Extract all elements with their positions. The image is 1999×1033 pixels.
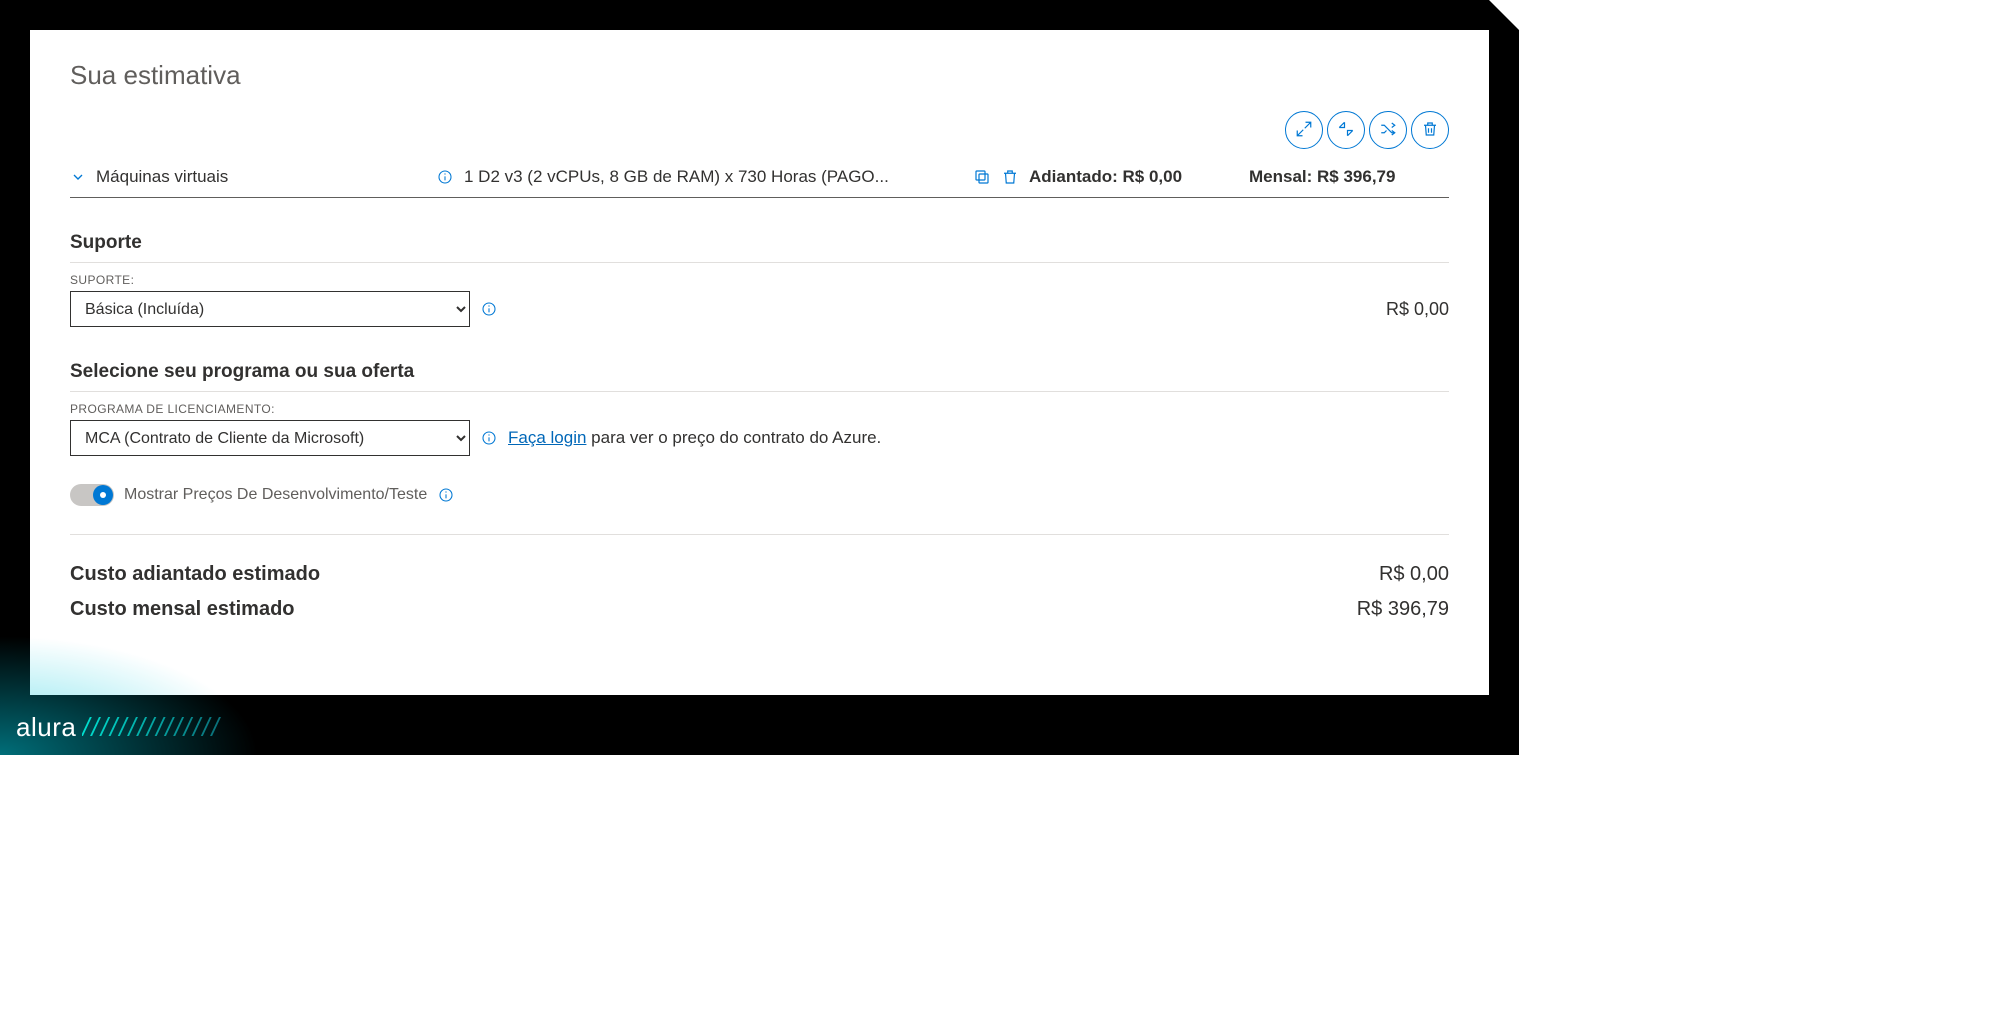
program-select[interactable]: MCA (Contrato de Cliente da Microsoft) (70, 420, 470, 456)
toggle-knob (93, 485, 113, 505)
estimate-panel: Sua estimativa (30, 30, 1489, 695)
shuffle-icon (1379, 120, 1397, 141)
reorder-button[interactable] (1369, 111, 1407, 149)
program-heading: Selecione seu programa ou sua oferta (70, 361, 1449, 392)
collapse-button[interactable] (1327, 111, 1365, 149)
watermark-brand: alura (16, 712, 76, 743)
info-icon[interactable] (436, 168, 454, 186)
line-item-monthly: Mensal: R$ 396,79 (1249, 167, 1449, 187)
program-field-row: MCA (Contrato de Cliente da Microsoft) F… (70, 420, 1449, 456)
total-upfront-label: Custo adiantado estimado (70, 563, 320, 586)
login-text: Faça login para ver o preço do contrato … (508, 428, 881, 448)
support-field-row: Básica (Incluída) R$ 0,00 (70, 291, 1449, 327)
delete-estimate-button[interactable] (1411, 111, 1449, 149)
total-monthly-label: Custo mensal estimado (70, 598, 295, 621)
total-monthly-value: R$ 396,79 (1357, 598, 1449, 621)
support-field-label: SUPORTE: (70, 273, 1449, 287)
page-title: Sua estimativa (70, 60, 1449, 91)
total-upfront-row: Custo adiantado estimado R$ 0,00 (70, 557, 1449, 592)
support-select[interactable]: Básica (Incluída) (70, 291, 470, 327)
watermark-stripes: /////////////// (82, 712, 220, 743)
support-heading: Suporte (70, 232, 1449, 263)
total-upfront-value: R$ 0,00 (1379, 563, 1449, 586)
total-monthly-row: Custo mensal estimado R$ 396,79 (70, 592, 1449, 627)
divider (70, 534, 1449, 535)
watermark: alura /////////////// (16, 712, 221, 743)
service-name: Máquinas virtuais (96, 167, 426, 187)
screenshot-frame: Sua estimativa (0, 0, 1519, 755)
devtest-label: Mostrar Preços De Desenvolvimento/Teste (124, 486, 427, 504)
collapse-icon (1337, 120, 1355, 141)
estimate-toolbar (70, 111, 1449, 149)
devtest-toggle-row: Mostrar Preços De Desenvolvimento/Teste (70, 484, 1449, 506)
expand-button[interactable] (1285, 111, 1323, 149)
info-icon[interactable] (480, 300, 498, 318)
estimate-line-item[interactable]: Máquinas virtuais 1 D2 v3 (2 vCPUs, 8 GB… (70, 159, 1449, 198)
copy-icon[interactable] (973, 168, 991, 186)
delete-line-icon[interactable] (1001, 168, 1019, 186)
line-item-upfront: Adiantado: R$ 0,00 (1029, 167, 1239, 187)
totals: Custo adiantado estimado R$ 0,00 Custo m… (70, 557, 1449, 627)
support-price: R$ 0,00 (1386, 299, 1449, 320)
chevron-down-icon (70, 169, 86, 185)
program-field-label: PROGRAMA DE LICENCIAMENTO: (70, 402, 1449, 416)
login-rest: para ver o preço do contrato do Azure. (586, 428, 881, 447)
info-icon[interactable] (480, 429, 498, 447)
info-icon[interactable] (437, 486, 455, 504)
line-item-actions (973, 168, 1019, 186)
line-item-description: 1 D2 v3 (2 vCPUs, 8 GB de RAM) x 730 Hor… (464, 167, 955, 187)
devtest-toggle[interactable] (70, 484, 114, 506)
expand-icon (1295, 120, 1313, 141)
login-link[interactable]: Faça login (508, 428, 586, 447)
trash-icon (1421, 120, 1439, 141)
